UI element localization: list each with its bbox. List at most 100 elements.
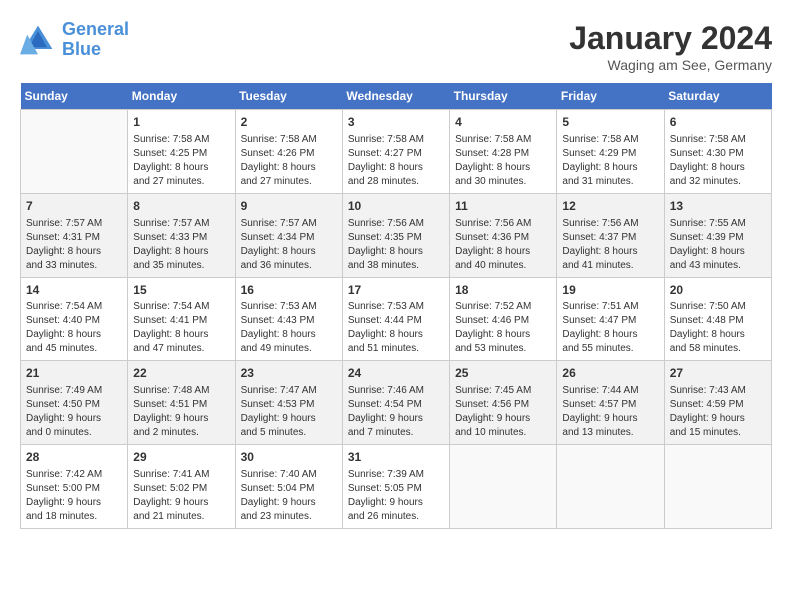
calendar-cell: 8Sunrise: 7:57 AMSunset: 4:33 PMDaylight… <box>128 193 235 277</box>
calendar-cell: 2 Sunrise: 7:58 AMSunset: 4:26 PMDaylight… <box>235 110 342 194</box>
calendar-cell: 31Sunrise: 7:39 AMSunset: 5:05 PMDayligh… <box>342 445 449 529</box>
day-number: 10 <box>348 198 444 215</box>
calendar-cell: 12 Sunrise: 7:56 AMSunset: 4:37 PMDayligh… <box>557 193 664 277</box>
week-row-3: 14Sunrise: 7:54 AMSunset: 4:40 PMDayligh… <box>21 277 772 361</box>
header-cell-tuesday: Tuesday <box>235 83 342 110</box>
day-number: 21 <box>26 365 122 382</box>
calendar-cell: 1 Sunrise: 7:58 AMSunset: 4:25 PMDaylight… <box>128 110 235 194</box>
day-number: 29 <box>133 449 229 466</box>
page-header: General Blue January 2024 Waging am See,… <box>20 20 772 73</box>
day-number: 13 <box>670 198 766 215</box>
week-row-4: 21Sunrise: 7:49 AMSunset: 4:50 PMDayligh… <box>21 361 772 445</box>
calendar-cell: 20Sunrise: 7:50 AMSunset: 4:48 PMDayligh… <box>664 277 771 361</box>
calendar-cell: 21Sunrise: 7:49 AMSunset: 4:50 PMDayligh… <box>21 361 128 445</box>
day-content: Sunrise: 7:42 AMSunset: 5:00 PMDaylight:… <box>26 468 122 524</box>
day-number: 20 <box>670 282 766 299</box>
calendar-cell: 10 Sunrise: 7:56 AMSunset: 4:35 PMDayligh… <box>342 193 449 277</box>
calendar-body: 1 Sunrise: 7:58 AMSunset: 4:25 PMDaylight… <box>21 110 772 529</box>
day-content: Sunrise: 7:45 AMSunset: 4:56 PMDaylight:… <box>455 384 551 440</box>
day-content: Sunrise: 7:39 AMSunset: 5:05 PMDaylight:… <box>348 468 444 524</box>
location: Waging am See, Germany <box>569 57 772 73</box>
logo-text: General Blue <box>62 20 129 60</box>
calendar-header: SundayMondayTuesdayWednesdayThursdayFrid… <box>21 83 772 110</box>
day-content: Sunrise: 7:46 AMSunset: 4:54 PMDaylight:… <box>348 384 444 440</box>
day-number: 7 <box>26 198 122 215</box>
header-cell-thursday: Thursday <box>450 83 557 110</box>
header-cell-wednesday: Wednesday <box>342 83 449 110</box>
header-cell-friday: Friday <box>557 83 664 110</box>
logo-line2: Blue <box>62 39 101 59</box>
calendar-cell: 25 Sunrise: 7:45 AMSunset: 4:56 PMDayligh… <box>450 361 557 445</box>
day-number: 14 <box>26 282 122 299</box>
day-number: 30 <box>241 449 337 466</box>
day-content: Sunrise: 7:56 AMSunset: 4:37 PMDaylight:… <box>562 217 658 273</box>
calendar-cell: 5 Sunrise: 7:58 AMSunset: 4:29 PMDaylight… <box>557 110 664 194</box>
calendar-cell: 26 Sunrise: 7:44 AMSunset: 4:57 PMDayligh… <box>557 361 664 445</box>
day-content: Sunrise: 7:58 AMSunset: 4:26 PMDaylight:… <box>241 133 337 189</box>
calendar-cell: 7 Sunrise: 7:57 AMSunset: 4:31 PMDaylight… <box>21 193 128 277</box>
day-number: 11 <box>455 198 551 215</box>
day-number: 2 <box>241 114 337 131</box>
calendar-cell: 30Sunrise: 7:40 AMSunset: 5:04 PMDayligh… <box>235 445 342 529</box>
day-content: Sunrise: 7:47 AMSunset: 4:53 PMDaylight:… <box>241 384 337 440</box>
day-number: 25 <box>455 365 551 382</box>
day-number: 5 <box>562 114 658 131</box>
day-number: 9 <box>241 198 337 215</box>
calendar-cell: 27Sunrise: 7:43 AMSunset: 4:59 PMDayligh… <box>664 361 771 445</box>
header-row: SundayMondayTuesdayWednesdayThursdayFrid… <box>21 83 772 110</box>
calendar-cell <box>557 445 664 529</box>
calendar-cell: 6Sunrise: 7:58 AMSunset: 4:30 PMDaylight… <box>664 110 771 194</box>
header-cell-sunday: Sunday <box>21 83 128 110</box>
day-number: 18 <box>455 282 551 299</box>
week-row-1: 1 Sunrise: 7:58 AMSunset: 4:25 PMDaylight… <box>21 110 772 194</box>
calendar-cell <box>664 445 771 529</box>
calendar-cell: 23 Sunrise: 7:47 AMSunset: 4:53 PMDayligh… <box>235 361 342 445</box>
day-number: 27 <box>670 365 766 382</box>
day-content: Sunrise: 7:41 AMSunset: 5:02 PMDaylight:… <box>133 468 229 524</box>
week-row-5: 28Sunrise: 7:42 AMSunset: 5:00 PMDayligh… <box>21 445 772 529</box>
calendar-cell: 17Sunrise: 7:53 AMSunset: 4:44 PMDayligh… <box>342 277 449 361</box>
logo-icon <box>20 22 56 58</box>
day-content: Sunrise: 7:56 AMSunset: 4:35 PMDaylight:… <box>348 217 444 273</box>
logo: General Blue <box>20 20 129 60</box>
day-number: 16 <box>241 282 337 299</box>
day-number: 19 <box>562 282 658 299</box>
calendar-cell: 29 Sunrise: 7:41 AMSunset: 5:02 PMDayligh… <box>128 445 235 529</box>
day-content: Sunrise: 7:54 AMSunset: 4:40 PMDaylight:… <box>26 300 122 356</box>
calendar-cell: 9 Sunrise: 7:57 AMSunset: 4:34 PMDaylight… <box>235 193 342 277</box>
title-block: January 2024 Waging am See, Germany <box>569 20 772 73</box>
day-number: 24 <box>348 365 444 382</box>
day-number: 23 <box>241 365 337 382</box>
day-content: Sunrise: 7:58 AMSunset: 4:25 PMDaylight:… <box>133 133 229 189</box>
calendar-cell: 28Sunrise: 7:42 AMSunset: 5:00 PMDayligh… <box>21 445 128 529</box>
day-number: 1 <box>133 114 229 131</box>
header-cell-monday: Monday <box>128 83 235 110</box>
day-content: Sunrise: 7:55 AMSunset: 4:39 PMDaylight:… <box>670 217 766 273</box>
day-content: Sunrise: 7:48 AMSunset: 4:51 PMDaylight:… <box>133 384 229 440</box>
day-number: 12 <box>562 198 658 215</box>
calendar-cell <box>450 445 557 529</box>
calendar-cell: 4Sunrise: 7:58 AMSunset: 4:28 PMDaylight… <box>450 110 557 194</box>
day-content: Sunrise: 7:53 AMSunset: 4:43 PMDaylight:… <box>241 300 337 356</box>
day-number: 3 <box>348 114 444 131</box>
calendar-cell: 24 Sunrise: 7:46 AMSunset: 4:54 PMDayligh… <box>342 361 449 445</box>
day-content: Sunrise: 7:54 AMSunset: 4:41 PMDaylight:… <box>133 300 229 356</box>
header-cell-saturday: Saturday <box>664 83 771 110</box>
calendar-cell <box>21 110 128 194</box>
calendar-table: SundayMondayTuesdayWednesdayThursdayFrid… <box>20 83 772 529</box>
day-content: Sunrise: 7:58 AMSunset: 4:29 PMDaylight:… <box>562 133 658 189</box>
day-content: Sunrise: 7:52 AMSunset: 4:46 PMDaylight:… <box>455 300 551 356</box>
day-content: Sunrise: 7:58 AMSunset: 4:27 PMDaylight:… <box>348 133 444 189</box>
calendar-cell: 19Sunrise: 7:51 AMSunset: 4:47 PMDayligh… <box>557 277 664 361</box>
day-number: 15 <box>133 282 229 299</box>
calendar-cell: 14Sunrise: 7:54 AMSunset: 4:40 PMDayligh… <box>21 277 128 361</box>
day-content: Sunrise: 7:57 AMSunset: 4:31 PMDaylight:… <box>26 217 122 273</box>
day-number: 26 <box>562 365 658 382</box>
day-content: Sunrise: 7:44 AMSunset: 4:57 PMDaylight:… <box>562 384 658 440</box>
day-content: Sunrise: 7:57 AMSunset: 4:34 PMDaylight:… <box>241 217 337 273</box>
day-content: Sunrise: 7:51 AMSunset: 4:47 PMDaylight:… <box>562 300 658 356</box>
day-content: Sunrise: 7:53 AMSunset: 4:44 PMDaylight:… <box>348 300 444 356</box>
day-number: 8 <box>133 198 229 215</box>
calendar-cell: 15Sunrise: 7:54 AMSunset: 4:41 PMDayligh… <box>128 277 235 361</box>
day-number: 22 <box>133 365 229 382</box>
